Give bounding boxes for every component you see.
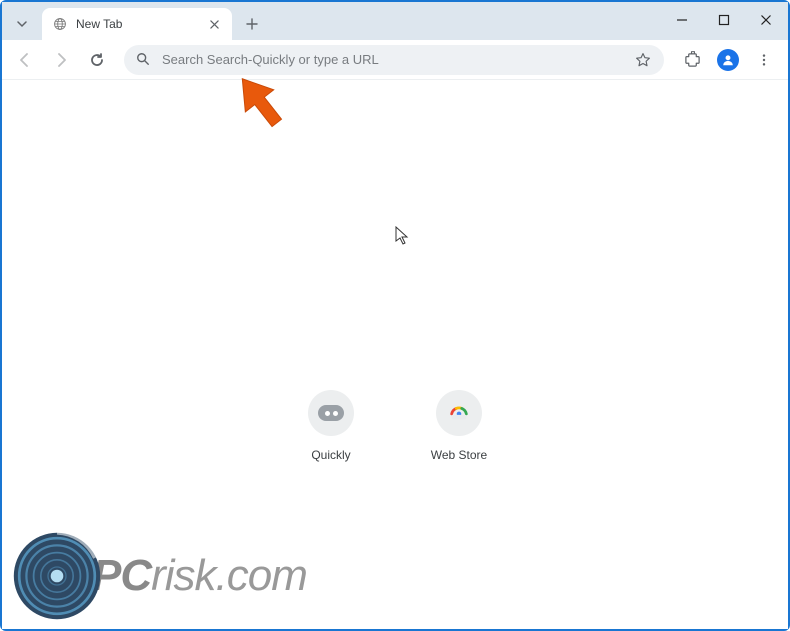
close-tab-button[interactable] <box>206 16 222 32</box>
quickly-icon <box>308 390 354 436</box>
watermark-disc-icon <box>12 531 102 621</box>
maximize-button[interactable] <box>714 10 734 30</box>
globe-icon <box>52 16 68 32</box>
reload-button[interactable] <box>82 45 112 75</box>
shortcut-label: Web Store <box>431 448 487 462</box>
shortcuts-row: Quickly Web Store <box>287 390 503 462</box>
tab-title: New Tab <box>76 17 122 31</box>
forward-button[interactable] <box>46 45 76 75</box>
new-tab-page: Quickly Web Store <box>2 80 788 629</box>
shortcut-label: Quickly <box>311 448 350 462</box>
toolbar: Search Search-Quickly or type a URL <box>2 40 788 80</box>
avatar-icon <box>717 49 739 71</box>
minimize-button[interactable] <box>672 10 692 30</box>
extensions-button[interactable] <box>676 44 708 76</box>
web-store-icon <box>436 390 482 436</box>
shortcut-web-store[interactable]: Web Store <box>415 390 503 462</box>
close-window-button[interactable] <box>756 10 776 30</box>
search-icon <box>136 52 152 68</box>
address-bar[interactable]: Search Search-Quickly or type a URL <box>124 45 664 75</box>
tab-search-button[interactable] <box>10 12 34 36</box>
new-tab-button[interactable] <box>238 10 266 38</box>
browser-tab[interactable]: New Tab <box>42 8 232 40</box>
menu-button[interactable] <box>748 44 780 76</box>
bookmark-button[interactable] <box>634 51 652 69</box>
watermark-text: PCrisk.com <box>92 551 307 601</box>
back-button[interactable] <box>10 45 40 75</box>
tab-bar: New Tab <box>2 2 788 40</box>
profile-button[interactable] <box>712 44 744 76</box>
shortcut-quickly[interactable]: Quickly <box>287 390 375 462</box>
watermark-logo: PCrisk.com <box>12 531 307 621</box>
address-bar-placeholder: Search Search-Quickly or type a URL <box>162 52 634 67</box>
